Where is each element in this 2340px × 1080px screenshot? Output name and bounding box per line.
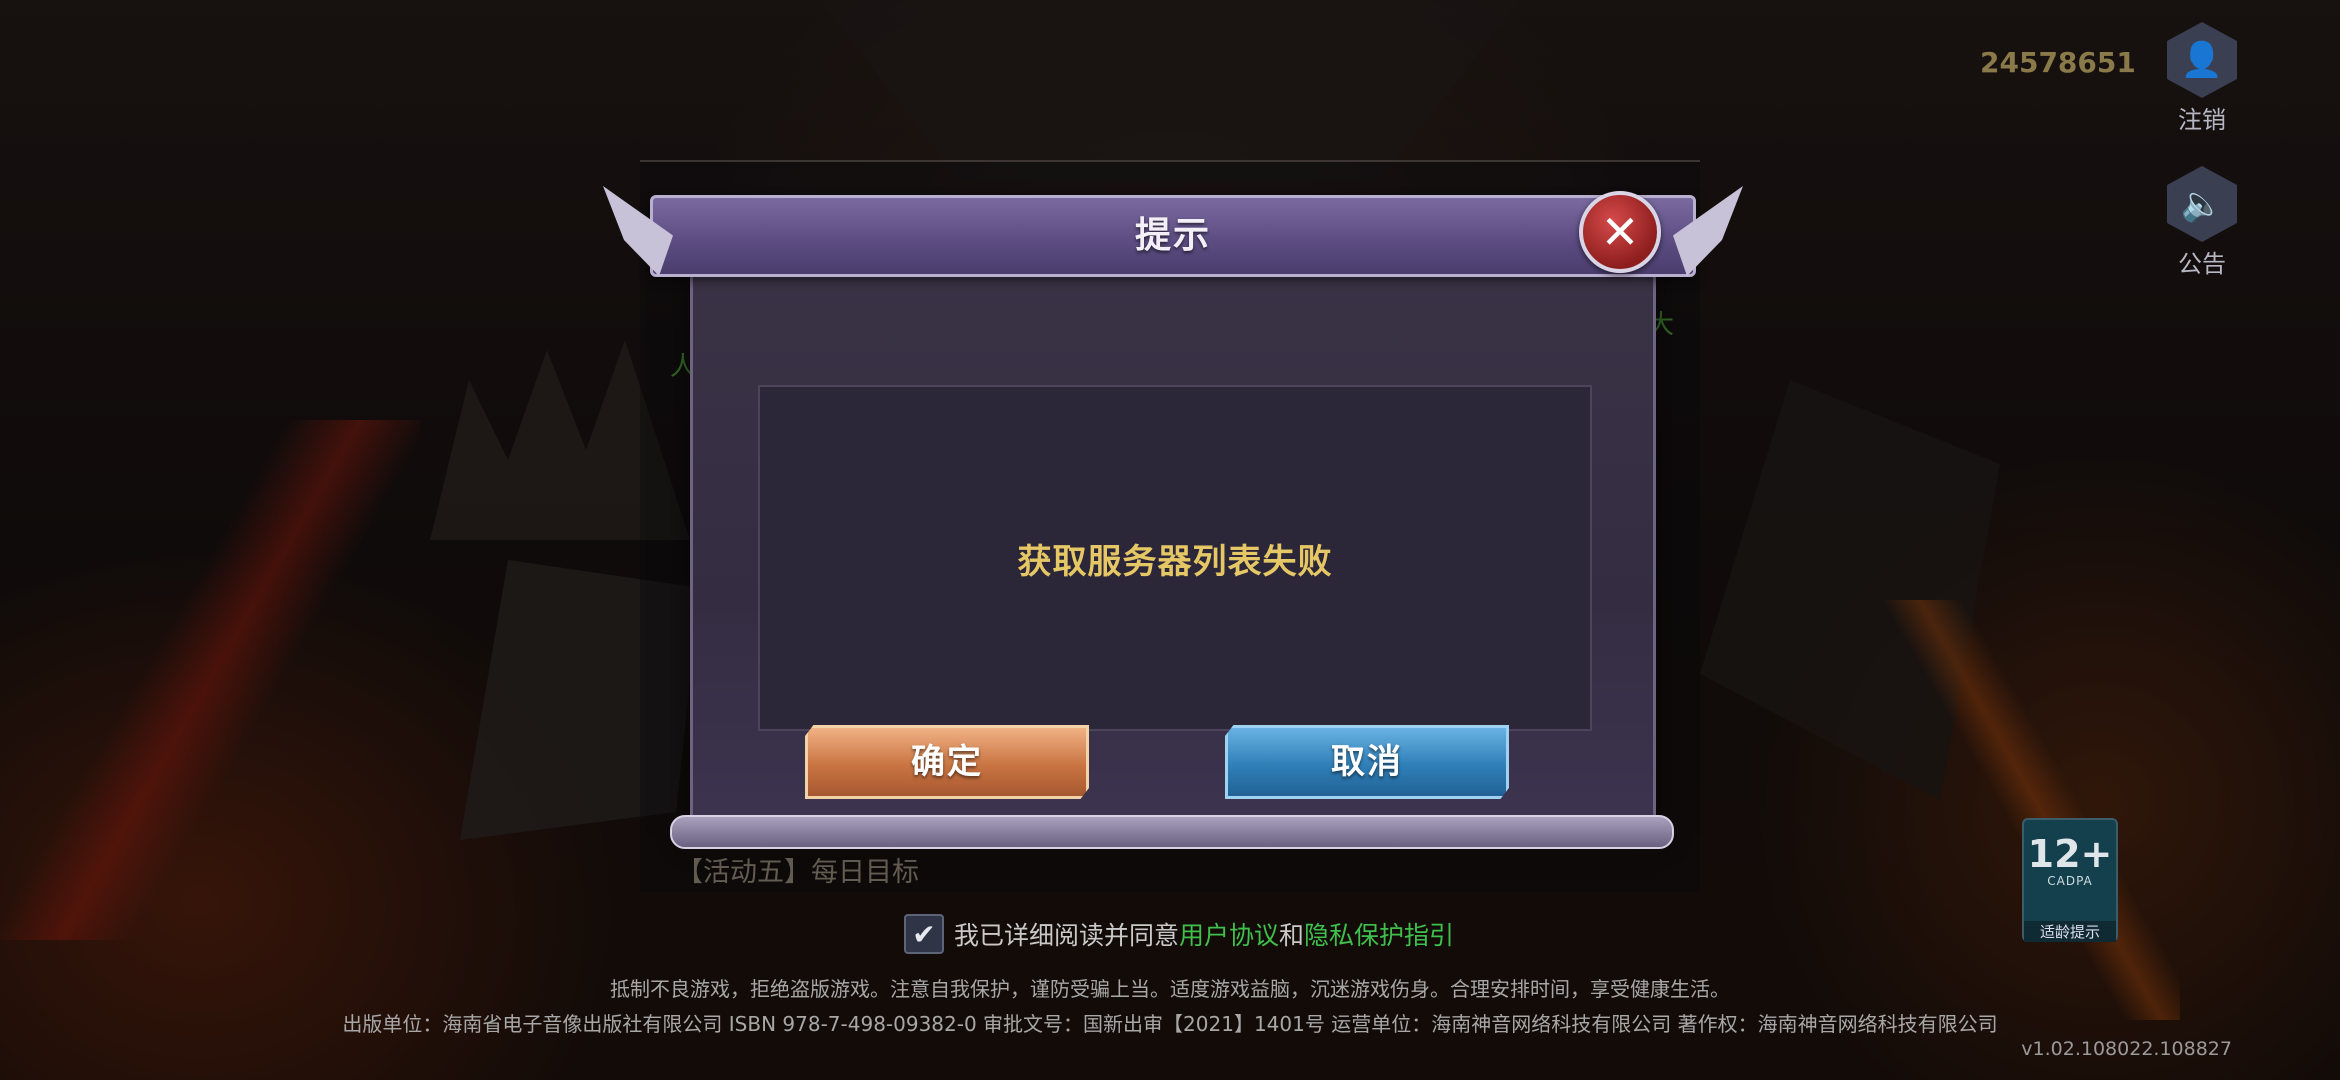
privacy-link[interactable]: 隐私保护指引 [1304,916,1454,952]
message-box: 获取服务器列表失败 [758,385,1592,731]
activity-heading: 【活动五】每日目标 [676,857,919,888]
rating-org: CADPA [2047,874,2093,888]
agreement-row: ✔ 我已详细阅读并同意 用户协议 和 隐私保护指引 [904,914,1454,954]
notice-button[interactable]: 🔈 公告 [2164,166,2240,279]
user-icon: 👤 [2167,22,2237,98]
close-button[interactable]: ✕ [1579,191,1661,273]
logout-button[interactable]: 👤 注销 [2164,22,2240,135]
user-id: 24578651 [1980,46,2136,79]
version-label: v1.02.108022.108827 [2021,1038,2232,1060]
check-icon: ✔ [912,917,936,951]
agreement-text: 我已详细阅读并同意 [954,921,1180,950]
confirm-button[interactable]: 确定 [805,725,1089,799]
close-icon: ✕ [1600,205,1640,259]
agreement-checkbox[interactable]: ✔ [904,914,944,954]
dialog-message: 获取服务器列表失败 [1017,541,1333,582]
dialog-title-bar: 提示 [603,186,1743,277]
agreement-and: 和 [1279,921,1305,950]
dialog-bottom-frame [670,815,1674,849]
age-rating-tip: 适龄提示 [2024,921,2116,942]
age-rating: 12+ [2027,832,2113,876]
user-agreement-link[interactable]: 用户协议 [1179,916,1279,952]
dialog-body: 获取服务器列表失败 确定 取消 [690,255,1656,835]
health-notice: 抵制不良游戏，拒绝盗版游戏。注意自我保护，谨防受骗上当。适度游戏益脑，沉迷游戏伤… [610,977,1730,1001]
alert-dialog: 获取服务器列表失败 确定 取消 提示 ✕ [603,186,1743,849]
age-rating-badge[interactable]: 12+ CADPA 适龄提示 [2022,818,2118,942]
dialog-title: 提示 [1134,215,1211,256]
notice-label: 公告 [2178,250,2226,278]
cancel-button[interactable]: 取消 [1225,725,1509,799]
logout-label: 注销 [2178,106,2226,134]
speaker-icon: 🔈 [2167,166,2237,242]
publisher-info: 出版单位：海南省电子音像出版社有限公司 ISBN 978-7-498-09382… [342,1012,1998,1036]
